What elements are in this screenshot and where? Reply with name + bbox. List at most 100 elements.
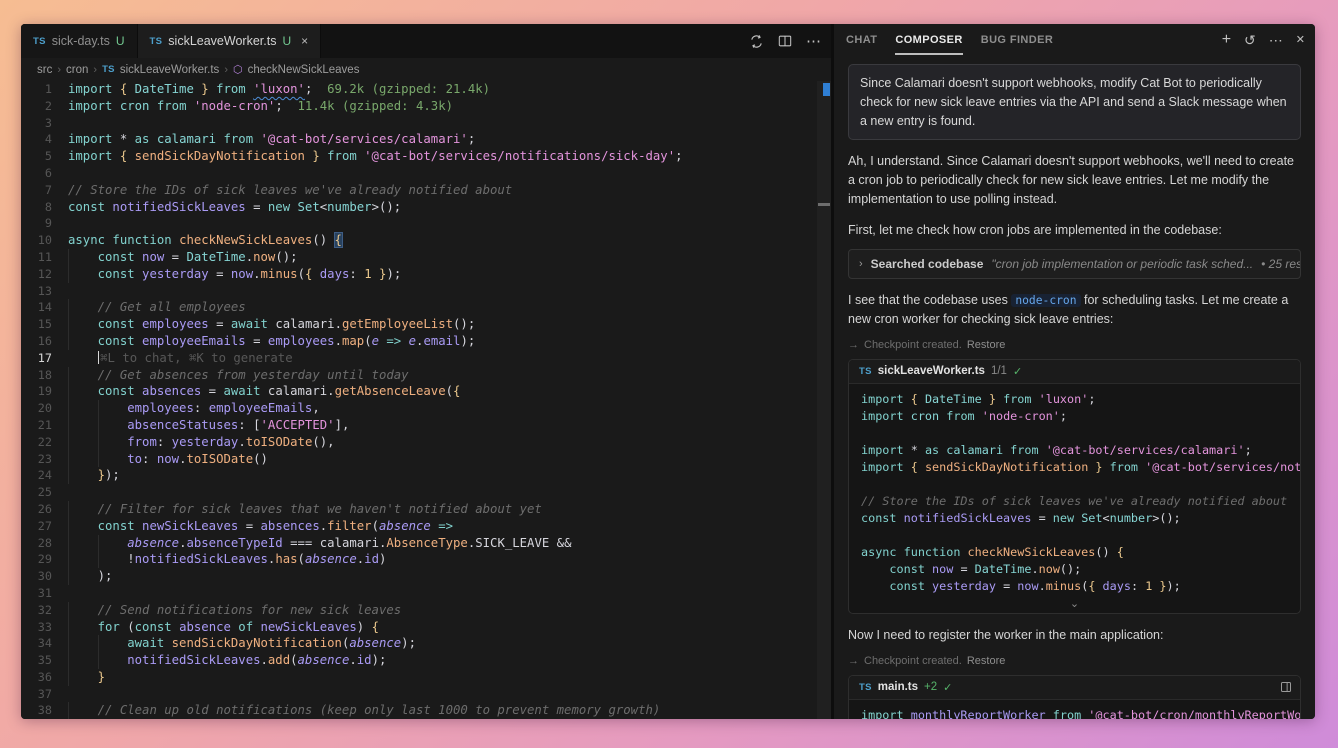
editor-line[interactable]: 3 [21,115,831,132]
close-panel-icon[interactable]: ✕ [1296,35,1305,46]
code-block-line: const notifiedSickLeaves = new Set<numbe… [861,510,1288,527]
editor-line[interactable]: 38 // Clean up old notifications (keep o… [21,702,831,719]
editor-line[interactable]: 24 }); [21,467,831,484]
code-block-line: async function checkNewSickLeaves() { [861,544,1288,561]
code-block-header[interactable]: TS main.ts +2 ✓ [849,676,1300,700]
editor-line[interactable]: 17 ⌘L to chat, ⌘K to generate [21,350,831,367]
tab-label: sick-day.ts [52,34,110,48]
editor-line[interactable]: 34 await sendSickDayNotification(absence… [21,635,831,652]
tab-sickleaveworker[interactable]: TS sickLeaveWorker.ts U × [138,24,322,58]
editor-line[interactable]: 14 // Get all employees [21,299,831,316]
editor-line[interactable]: 16 const employeeEmails = employees.map(… [21,333,831,350]
breadcrumb-symbol[interactable]: checkNewSickLeaves [248,64,360,76]
code-block-line: import { sendSickDayNotification } from … [861,459,1288,476]
history-icon[interactable]: ↺ [1244,33,1256,47]
expand-code-icon[interactable]: ⌄ [849,599,1300,613]
editor-line[interactable]: 8const notifiedSickLeaves = new Set<numb… [21,199,831,216]
checkpoint-row: → Checkpoint created. Restore [848,339,1301,351]
typescript-file-icon: TS [102,64,115,75]
code-block-line: import cron from 'node-cron'; [861,408,1288,425]
code-block-sickleaveworker: TS sickLeaveWorker.ts 1/1 ✓ import { Dat… [848,359,1301,614]
git-untracked-badge: U [282,34,291,48]
split-editor-icon[interactable] [778,34,792,48]
editor-line[interactable]: 9 [21,215,831,232]
code-editor[interactable]: 1import { DateTime } from 'luxon'; 69.2k… [21,81,831,719]
inline-code-node-cron: node-cron [1011,294,1080,307]
user-message: Since Calamari doesn't support webhooks,… [848,64,1301,140]
editor-line[interactable]: 23 to: now.toISODate() [21,451,831,468]
typescript-file-icon: TS [859,682,872,693]
editor-line[interactable]: 35 notifiedSickLeaves.add(absence.id); [21,652,831,669]
more-actions-icon[interactable]: ⋯ [806,32,821,50]
editor-toolbar: ⋯ [749,24,821,58]
assistant-paragraph: Ah, I understand. Since Calamari doesn't… [848,152,1301,208]
breadcrumb-separator: › [224,64,228,76]
editor-line[interactable]: 31 [21,585,831,602]
editor-line[interactable]: 4import * as calamari from '@cat-bot/ser… [21,131,831,148]
editor-line[interactable]: 27 const newSickLeaves = absences.filter… [21,518,831,535]
conversation-scroll[interactable]: Since Calamari doesn't support webhooks,… [834,56,1315,719]
editor-line[interactable]: 21 absenceStatuses: ['ACCEPTED'], [21,417,831,434]
editor-line[interactable]: 25 [21,484,831,501]
open-diff-icon[interactable] [1280,681,1292,693]
editor-scrollbar[interactable] [817,81,831,719]
diff-added-badge: +2 [924,681,937,693]
new-chat-icon[interactable]: + [1222,32,1231,48]
arrow-right-icon: → [848,339,859,351]
editor-line[interactable]: 20 employees: employeeEmails, [21,400,831,417]
editor-line[interactable]: 26 // Filter for sick leaves that we hav… [21,501,831,518]
breadcrumb-file[interactable]: sickLeaveWorker.ts [120,64,220,76]
breadcrumb-item[interactable]: src [37,64,52,76]
close-tab-icon[interactable]: × [301,34,308,48]
editor-line[interactable]: 29 !notifiedSickLeaves.has(absence.id) [21,551,831,568]
applied-check-icon: ✓ [943,681,952,694]
searched-codebase-row[interactable]: › Searched codebase "cron job implementa… [848,249,1301,279]
editor-line[interactable]: 15 const employees = await calamari.getE… [21,316,831,333]
overview-cursor-marker [818,203,830,206]
editor-line[interactable]: 11 const now = DateTime.now(); [21,249,831,266]
more-options-icon[interactable]: ⋯ [1269,33,1283,47]
editor-line[interactable]: 28 absence.absenceTypeId === calamari.Ab… [21,535,831,552]
editor-line[interactable]: 22 from: yesterday.toISODate(), [21,434,831,451]
editor-line[interactable]: 18 // Get absences from yesterday until … [21,367,831,384]
editor-line[interactable]: 36 } [21,669,831,686]
editor-line[interactable]: 5import { sendSickDayNotification } from… [21,148,831,165]
editor-line[interactable]: 10async function checkNewSickLeaves() { [21,232,831,249]
typescript-file-icon: TS [150,36,163,47]
symbol-method-icon: ⬡ [233,63,243,76]
open-changes-icon[interactable] [749,34,764,49]
editor-tab-bar: TS sick-day.ts U TS sickLeaveWorker.ts U… [21,24,831,58]
tab-label: sickLeaveWorker.ts [168,34,276,48]
typescript-file-icon: TS [859,366,872,377]
tab-sick-day[interactable]: TS sick-day.ts U [21,24,138,58]
code-block-line [861,425,1288,442]
code-block-line [861,476,1288,493]
editor-line[interactable]: 37 [21,686,831,703]
tab-bug-finder[interactable]: BUG FINDER [981,25,1053,55]
breadcrumb[interactable]: src › cron › TS sickLeaveWorker.ts › ⬡ c… [21,58,831,81]
breadcrumb-separator: › [93,64,97,76]
assistant-paragraph: Now I need to register the worker in the… [848,626,1301,645]
editor-line[interactable]: 7// Store the IDs of sick leaves we've a… [21,182,831,199]
editor-line[interactable]: 2import cron from 'node-cron'; 11.4k (gz… [21,98,831,115]
diff-progress-badge: 1/1 [991,365,1007,377]
overview-modified-marker [823,83,830,96]
breadcrumb-item[interactable]: cron [66,64,88,76]
editor-line[interactable]: 6 [21,165,831,182]
editor-line[interactable]: 19 const absences = await calamari.getAb… [21,383,831,400]
code-block-main: TS main.ts +2 ✓ import monthlyReportWork… [848,675,1301,719]
tab-chat[interactable]: CHAT [846,25,877,55]
text-cursor [98,351,100,364]
editor-line[interactable]: 30 ); [21,568,831,585]
editor-line[interactable]: 1import { DateTime } from 'luxon'; 69.2k… [21,81,831,98]
editor-line[interactable]: 33 for (const absence of newSickLeaves) … [21,619,831,636]
editor-line[interactable]: 12 const yesterday = now.minus({ days: 1… [21,266,831,283]
restore-checkpoint-button[interactable]: Restore [967,655,1006,667]
code-block-header[interactable]: TS sickLeaveWorker.ts 1/1 ✓ [849,360,1300,384]
tab-composer[interactable]: COMPOSER [895,25,962,55]
editor-line[interactable]: 32 // Send notifications for new sick le… [21,602,831,619]
editor-line[interactable]: 13 [21,283,831,300]
app-window: TS sick-day.ts U TS sickLeaveWorker.ts U… [21,24,1315,719]
restore-checkpoint-button[interactable]: Restore [967,339,1006,351]
applied-check-icon: ✓ [1013,365,1022,378]
